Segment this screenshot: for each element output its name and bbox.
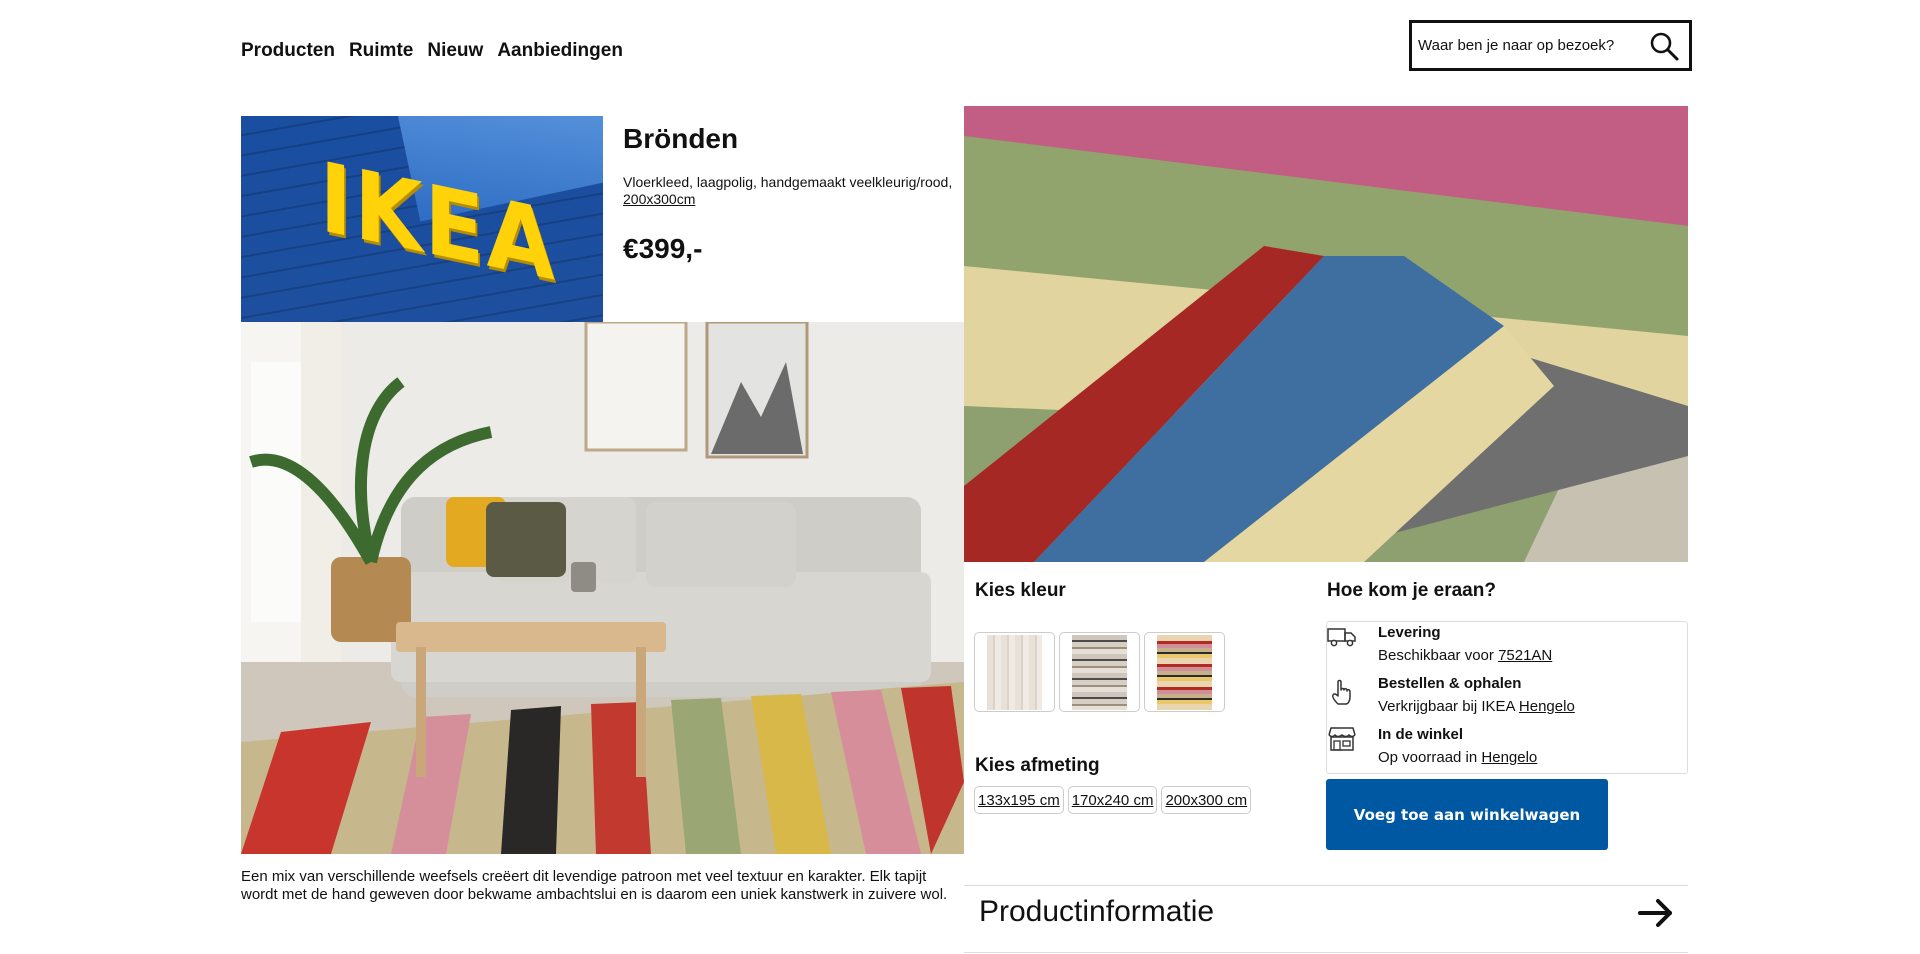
delivery-text: Beschikbaar voor 7521AN bbox=[1378, 647, 1553, 664]
pickup-store-link[interactable]: Hengelo bbox=[1519, 698, 1575, 715]
color-swatch-multicolour-red[interactable] bbox=[1144, 632, 1225, 712]
search-input[interactable] bbox=[1418, 37, 1638, 54]
search-bar bbox=[1409, 20, 1692, 71]
color-swatch-grey-multicolour[interactable] bbox=[1059, 632, 1140, 712]
hand-pointer-icon bbox=[1327, 677, 1357, 707]
nav-item-nieuw[interactable]: Nieuw bbox=[427, 40, 483, 62]
nav-item-producten[interactable]: Producten bbox=[241, 40, 335, 62]
product-info-title[interactable]: Productinformatie bbox=[979, 895, 1214, 929]
delivery-title: Levering bbox=[1378, 624, 1441, 641]
delivery-heading: Hoe kom je eraan? bbox=[1327, 580, 1496, 601]
in-store-link[interactable]: Hengelo bbox=[1481, 749, 1537, 766]
size-option-200x300[interactable]: 200x300 cm bbox=[1161, 786, 1252, 814]
size-heading: Kies afmeting bbox=[975, 755, 1100, 776]
size-option-133x195[interactable]: 133x195 cm bbox=[974, 786, 1064, 814]
size-options: 133x195 cm 170x240 cm 200x300 cm bbox=[974, 786, 1252, 814]
rug-detail-photo bbox=[964, 106, 1688, 562]
product-subtitle: Vloerkleed, laagpolig, handgemaakt veelk… bbox=[623, 174, 963, 208]
in-store-text: Op voorraad in Hengelo bbox=[1378, 749, 1538, 766]
postcode-link[interactable]: 7521AN bbox=[1498, 647, 1552, 664]
color-options bbox=[974, 632, 1225, 712]
arrow-right-icon[interactable] bbox=[1637, 894, 1675, 932]
divider-bottom bbox=[964, 952, 1688, 953]
nav-item-ruimte[interactable]: Ruimte bbox=[349, 40, 413, 62]
product-price: €399,- bbox=[623, 233, 703, 264]
divider-top bbox=[964, 885, 1688, 886]
size-option-170x240[interactable]: 170x240 cm bbox=[1067, 786, 1158, 814]
product-title: Brönden bbox=[623, 123, 739, 154]
color-swatch-natural[interactable] bbox=[974, 632, 1055, 712]
add-to-cart-button[interactable]: Voeg toe aan winkelwagen bbox=[1326, 779, 1608, 850]
product-size-link[interactable]: 200x300cm bbox=[623, 191, 963, 208]
store-icon bbox=[1327, 726, 1357, 756]
truck-icon bbox=[1327, 626, 1357, 656]
delivery-options: Levering Beschikbaar voor 7521AN Bestell… bbox=[1326, 621, 1688, 774]
pickup-text: Verkrijgbaar bij IKEA Hengelo bbox=[1378, 698, 1575, 715]
main-nav: Producten Ruimte Nieuw Aanbiedingen bbox=[241, 40, 623, 62]
product-description: Vloerkleed, laagpolig, handgemaakt veelk… bbox=[623, 174, 953, 190]
ikea-store-photo: IKEA bbox=[241, 116, 603, 322]
pickup-title: Bestellen & ophalen bbox=[1378, 675, 1522, 692]
in-store-title: In de winkel bbox=[1378, 726, 1464, 743]
color-heading: Kies kleur bbox=[975, 580, 1066, 601]
room-photo bbox=[241, 322, 964, 854]
nav-item-aanbiedingen[interactable]: Aanbiedingen bbox=[497, 40, 623, 62]
search-icon[interactable] bbox=[1647, 29, 1681, 63]
product-long-description: Een mix van verschillende weefsels creëe… bbox=[241, 868, 948, 903]
